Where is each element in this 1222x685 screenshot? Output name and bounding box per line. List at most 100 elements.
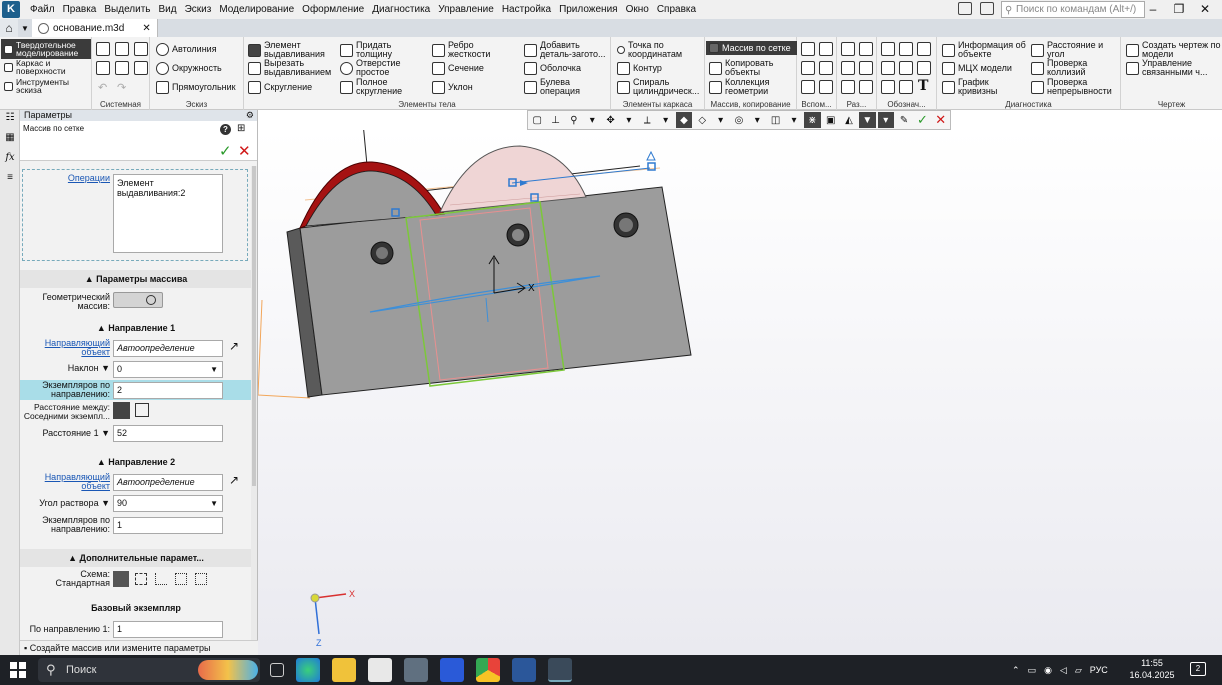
marking-icon[interactable] <box>899 61 913 75</box>
model-scene[interactable]: X X Z <box>258 130 1222 655</box>
fillet-button[interactable]: Скругление <box>248 81 312 94</box>
geometry-collection-button[interactable]: Коллекция геометрии <box>709 78 795 96</box>
aux-cs-icon[interactable] <box>819 61 833 75</box>
print-icon[interactable] <box>96 61 110 75</box>
continuity-check-button[interactable]: Проверка непрерывности <box>1031 78 1119 96</box>
home-icon[interactable]: ⌂ <box>0 19 18 37</box>
circle-button[interactable]: Окружность <box>156 62 222 75</box>
filter-icon[interactable]: ▼ <box>859 112 876 128</box>
layers-icon[interactable]: ≡ <box>3 172 17 186</box>
angle-select[interactable]: 90 ▼ <box>113 495 223 512</box>
open-folder-icon[interactable] <box>115 42 129 56</box>
variables-icon[interactable]: fx <box>3 152 17 166</box>
preview-icon[interactable] <box>115 61 129 75</box>
boolean-button[interactable]: Булева операция <box>524 78 594 96</box>
wireframe-view-icon[interactable]: ◇ <box>694 112 710 128</box>
rib-button[interactable]: Ребро жесткости <box>432 41 502 59</box>
dir2-object-field[interactable]: Автоопределение <box>113 474 223 491</box>
new-file-icon[interactable] <box>96 42 110 56</box>
table-icon[interactable] <box>899 80 913 94</box>
layer-icon[interactable]: ◭ <box>841 112 857 128</box>
helix-button[interactable]: Спираль цилиндрическ... <box>617 78 703 96</box>
window-layout-icon[interactable] <box>958 2 972 15</box>
store-icon[interactable] <box>368 658 392 682</box>
edge-icon[interactable] <box>296 658 320 682</box>
dist1-field[interactable]: 52 <box>113 425 223 442</box>
redo-icon[interactable]: ↷ <box>117 81 126 94</box>
scheme-chess-icon[interactable] <box>195 573 207 585</box>
network-icon[interactable]: ▱ <box>1075 665 1082 676</box>
aux-curve-icon[interactable] <box>819 80 833 94</box>
geometric-array-toggle[interactable] <box>113 292 163 308</box>
section-dropdown-icon[interactable]: ▾ <box>786 112 802 128</box>
command-search-input[interactable]: ⚲ Поиск по командам (Alt+/) <box>1001 1 1145 18</box>
aux-point-icon[interactable] <box>801 61 815 75</box>
sketch-orient-icon[interactable]: ⊥ <box>547 112 563 128</box>
minimize-icon[interactable]: – <box>1140 0 1166 19</box>
operations-list[interactable]: Элемент выдавливания:2 <box>113 174 223 253</box>
axes-icon[interactable]: ⟂ <box>639 112 655 128</box>
rectangle-button[interactable]: Прямоугольник <box>156 81 236 94</box>
operations-link[interactable]: Операции <box>22 174 110 183</box>
zoom-icon[interactable]: ⚲ <box>566 112 582 128</box>
kompas-icon[interactable] <box>548 658 572 682</box>
menu-item-modeling[interactable]: Моделирование <box>215 0 298 19</box>
text-icon[interactable]: T <box>918 78 928 94</box>
position-icon[interactable] <box>881 80 895 94</box>
copy-objects-button[interactable]: Копировать объекты <box>709 59 795 77</box>
filter-dropdown-icon[interactable]: ▾ <box>877 112 894 128</box>
pin-icon[interactable]: ⊞ <box>237 123 245 134</box>
collision-check-button[interactable]: Проверка коллизий <box>1031 59 1117 77</box>
scrollbar-thumb[interactable] <box>252 166 256 486</box>
menu-item-edit[interactable]: Правка <box>59 0 101 19</box>
menu-item-design[interactable]: Оформление <box>298 0 368 19</box>
paint-icon[interactable] <box>440 658 464 682</box>
create-drawing-button[interactable]: Создать чертеж по модели <box>1126 41 1221 59</box>
pan-icon[interactable]: ✥ <box>602 112 618 128</box>
tab-close-icon[interactable]: ✕ <box>142 23 150 34</box>
cancel-command-icon[interactable]: ✕ <box>933 112 949 128</box>
mode-solid-modeling[interactable]: Твердотельное моделирование <box>1 39 91 59</box>
menu-item-help[interactable]: Справка <box>653 0 700 19</box>
display-dropdown-icon[interactable]: ▾ <box>712 112 728 128</box>
close-icon[interactable]: ✕ <box>1192 0 1218 19</box>
scheme-diagonal-icon[interactable] <box>175 573 187 585</box>
tolerance-icon[interactable] <box>899 42 913 56</box>
view-orient-icon[interactable]: ▢ <box>529 112 545 128</box>
zoom-dropdown-icon[interactable]: ▾ <box>584 112 600 128</box>
axes-dropdown-icon[interactable]: ▾ <box>657 112 673 128</box>
menu-item-apps[interactable]: Приложения <box>555 0 622 19</box>
contour-button[interactable]: Контур <box>617 62 662 75</box>
adjacent-distance-icon[interactable] <box>113 402 130 419</box>
menu-item-diagnostics[interactable]: Диагностика <box>368 0 434 19</box>
apply-icon[interactable]: ✓ <box>914 112 930 128</box>
help-icon[interactable]: ? <box>220 124 231 135</box>
base-icon[interactable] <box>881 61 895 75</box>
curvature-graph-button[interactable]: График кривизны <box>942 78 1012 96</box>
point-coords-button[interactable]: Точка по координатам <box>617 41 703 59</box>
linked-drawings-button[interactable]: Управление связанными ч... <box>1126 59 1221 77</box>
file-explorer-icon[interactable] <box>332 658 356 682</box>
filter-snap-icon[interactable]: ▣ <box>823 112 839 128</box>
scheme-corner-icon[interactable] <box>155 573 167 585</box>
hide-dropdown-icon[interactable]: ▾ <box>749 112 765 128</box>
thread-icon[interactable] <box>917 61 931 75</box>
pan-dropdown-icon[interactable]: ▾ <box>621 112 637 128</box>
tilt-select[interactable]: 0 ▼ <box>113 361 223 378</box>
menu-item-file[interactable]: Файл <box>26 0 59 19</box>
full-fillet-button[interactable]: Полное скругление <box>340 78 410 96</box>
tab-document[interactable]: основание.m3d ✕ <box>32 19 158 37</box>
direction-arrow-icon[interactable]: ↗ <box>229 339 239 353</box>
snap-icon[interactable]: ⋇ <box>804 112 821 128</box>
menu-item-window[interactable]: Окно <box>622 0 653 19</box>
aux-line-icon[interactable] <box>801 80 815 94</box>
language-indicator[interactable]: РУС <box>1090 665 1108 675</box>
operation-item[interactable]: Элемент выдавливания:2 <box>117 178 185 198</box>
taskbar-clock[interactable]: 11:55 16.04.2025 <box>1126 657 1178 681</box>
auto-dim-icon[interactable] <box>841 80 855 94</box>
chevron-down-icon[interactable]: ▼ <box>18 24 32 33</box>
properties-icon[interactable] <box>134 61 148 75</box>
leader-icon[interactable] <box>881 42 895 56</box>
roughness-icon[interactable] <box>917 42 931 56</box>
section-extra-params[interactable]: ▲ Дополнительные парамет... <box>20 549 252 567</box>
